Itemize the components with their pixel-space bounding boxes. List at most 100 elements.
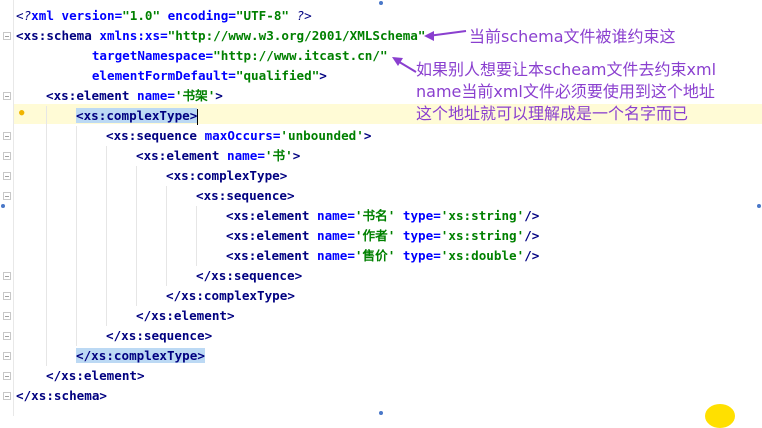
- code-token: <xs:element: [226, 228, 317, 243]
- indent-guide: [46, 326, 76, 346]
- code-token: name=: [317, 248, 355, 263]
- indent-guide: [106, 226, 136, 246]
- fold-toggle-icon[interactable]: [3, 32, 11, 40]
- indent-guide: [16, 306, 46, 326]
- code-token: <xs:element: [136, 148, 227, 163]
- annotation-note-2-line: name当前xml文件必须要使用到这个地址: [416, 82, 715, 101]
- indent-guide: [76, 246, 106, 266]
- indent-guide: [106, 206, 136, 226]
- code-line[interactable]: </xs:complexType>: [16, 286, 539, 306]
- indent-guide: [196, 246, 226, 266]
- code-token: type=: [395, 228, 441, 243]
- code-token: '售价': [354, 248, 396, 263]
- code-token: <xs:element: [226, 248, 317, 263]
- code-token: "http://www.itcast.cn/": [213, 48, 388, 63]
- fold-toggle-icon[interactable]: [3, 132, 11, 140]
- code-token: />: [524, 248, 540, 263]
- indent-guide: [46, 206, 76, 226]
- fold-toggle-icon[interactable]: [3, 372, 11, 380]
- fold-toggle-icon[interactable]: [3, 312, 11, 320]
- code-line[interactable]: </xs:element>: [16, 366, 539, 386]
- indent-guide: [46, 306, 76, 326]
- indent-guide: [136, 246, 166, 266]
- indent-guide: [46, 246, 76, 266]
- code-token: xml version=: [31, 8, 123, 23]
- code-token: <xs:sequence>: [196, 188, 295, 203]
- code-line[interactable]: </xs:schema>: [16, 386, 539, 406]
- resize-handle-icon[interactable]: [757, 204, 761, 208]
- indent-guide: [46, 346, 76, 366]
- xml-editor[interactable]: ● <?xml version="1.0" encoding="UTF-8" ?…: [0, 0, 762, 428]
- code-token: <xs:complexType>: [76, 108, 198, 123]
- fold-toggle-icon[interactable]: [3, 172, 11, 180]
- code-line[interactable]: <xs:element name='书'>: [16, 146, 539, 166]
- indent-guide: [16, 106, 46, 126]
- code-token: 'xs:string': [440, 208, 525, 223]
- fold-toggle-icon[interactable]: [3, 192, 11, 200]
- code-token: <xs:complexType>: [166, 168, 288, 183]
- code-line[interactable]: </xs:sequence>: [16, 266, 539, 286]
- fold-toggle-icon[interactable]: [3, 92, 11, 100]
- fold-toggle-icon[interactable]: [3, 332, 11, 340]
- code-token: </xs:element>: [136, 308, 235, 323]
- indent-guide: [16, 246, 46, 266]
- fold-toggle-icon[interactable]: [3, 292, 11, 300]
- indent-guide: [76, 266, 106, 286]
- annotation-note-2-line: 如果别人想要让本scheam文件去约束xml: [416, 60, 717, 79]
- code-line[interactable]: <xs:schema xmlns:xs="http://www.w3.org/2…: [16, 26, 539, 46]
- code-token: </xs:complexType>: [166, 288, 295, 303]
- code-token: />: [524, 228, 540, 243]
- code-token: >: [292, 148, 301, 163]
- indent-guide: [196, 226, 226, 246]
- indent-guide: [46, 226, 76, 246]
- gutter-divider: [13, 0, 14, 416]
- indent-guide: [76, 286, 106, 306]
- code-token: >: [363, 128, 372, 143]
- indent-guide: [136, 186, 166, 206]
- indent-guide: [106, 186, 136, 206]
- code-token: '书架': [174, 88, 216, 103]
- indent-guide: [16, 166, 46, 186]
- code-token: ?>: [289, 8, 312, 23]
- code-line[interactable]: <xs:sequence maxOccurs='unbounded'>: [16, 126, 539, 146]
- resize-handle-icon[interactable]: [379, 1, 383, 5]
- code-token: '作者': [354, 228, 396, 243]
- indent-guide: [46, 126, 76, 146]
- code-line[interactable]: <xs:complexType>: [16, 166, 539, 186]
- code-line[interactable]: <xs:element name='书名' type='xs:string'/>: [16, 206, 539, 226]
- code-line[interactable]: </xs:sequence>: [16, 326, 539, 346]
- code-line[interactable]: <xs:element name='作者' type='xs:string'/>: [16, 226, 539, 246]
- code-line[interactable]: <xs:element name='售价' type='xs:double'/>: [16, 246, 539, 266]
- code-line[interactable]: </xs:element>: [16, 306, 539, 326]
- code-token: maxOccurs=: [204, 128, 281, 143]
- code-token: 'xs:double': [440, 248, 525, 263]
- indent-guide: [46, 286, 76, 306]
- code-token: >: [215, 88, 223, 103]
- code-token: elementFormDefault=: [91, 68, 236, 83]
- code-token: <xs:element: [46, 88, 137, 103]
- code-token: 'xs:string': [440, 228, 525, 243]
- resize-handle-icon[interactable]: [379, 411, 383, 415]
- code-token: targetNamespace=: [91, 48, 214, 63]
- fold-toggle-icon[interactable]: [3, 392, 11, 400]
- indent-guide: [76, 326, 106, 346]
- fold-toggle-icon[interactable]: [3, 152, 11, 160]
- resize-handle-icon[interactable]: [1, 204, 5, 208]
- indent-guide: [16, 186, 46, 206]
- code-token: <xs:sequence: [106, 128, 205, 143]
- annotation-note-1: 当前schema文件被谁约束这: [469, 27, 676, 46]
- indent-guide: [16, 286, 46, 306]
- code-token: </xs:sequence>: [106, 328, 213, 343]
- code-token: name=: [137, 88, 175, 103]
- indent-guide: [16, 366, 46, 386]
- text-caret: [197, 108, 199, 125]
- code-token: <xs:schema: [16, 28, 100, 43]
- indent-guide: [76, 226, 106, 246]
- fold-toggle-icon[interactable]: [3, 352, 11, 360]
- code-line[interactable]: <?xml version="1.0" encoding="UTF-8" ?>: [16, 6, 539, 26]
- code-token: '书': [264, 148, 293, 163]
- code-line[interactable]: </xs:complexType>: [16, 346, 539, 366]
- fold-toggle-icon[interactable]: [3, 272, 11, 280]
- code-line[interactable]: <xs:sequence>: [16, 186, 539, 206]
- code-token: 'unbounded': [280, 128, 364, 143]
